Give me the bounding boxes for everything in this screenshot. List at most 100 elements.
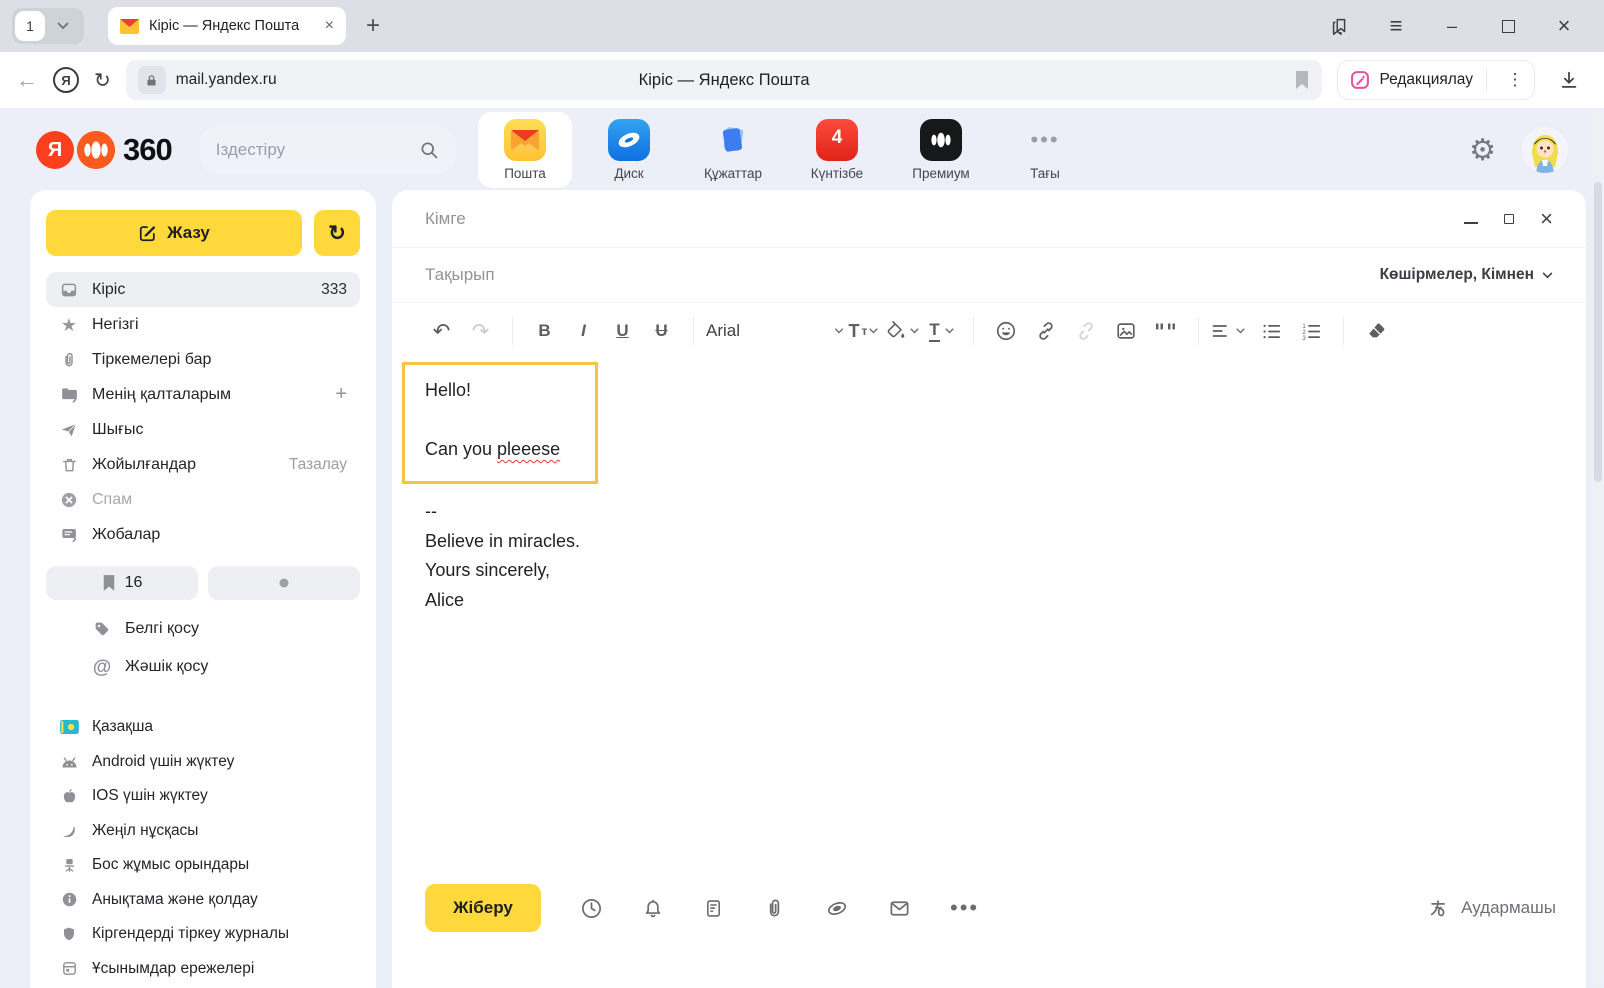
help-support-link[interactable]: Анықтама және қолдау (46, 883, 360, 918)
yandex360-logo[interactable]: Я 360 (36, 131, 172, 169)
recommendation-rules-link[interactable]: Ұсынымдар ережелері (46, 952, 360, 987)
login-journal-link[interactable]: Кіргендерді тіркеу журналы (46, 917, 360, 952)
search-input[interactable]: Іздестіру (200, 127, 455, 173)
spam-icon (59, 491, 79, 509)
redo-icon[interactable]: ↷ (461, 319, 500, 344)
font-family-select[interactable]: Arial (706, 321, 844, 341)
new-tab-button[interactable]: + (366, 12, 380, 40)
ios-download-link[interactable]: IOS үшін жүктеу (46, 779, 360, 814)
settings-gear-icon[interactable]: ⚙ (1469, 133, 1496, 168)
bookmark-icon[interactable] (1294, 71, 1310, 89)
chevron-down-icon (1236, 328, 1245, 334)
cc-from-toggle[interactable]: Көшірмелер, Кімнен (1380, 266, 1553, 284)
remove-link-button[interactable] (1066, 320, 1106, 342)
align-button[interactable] (1211, 322, 1251, 340)
service-mail[interactable]: Пошта (478, 112, 572, 188)
edit-mode-button[interactable]: Редакциялау ⋮ (1337, 60, 1535, 100)
compose-to-row[interactable]: Кімге × (392, 190, 1586, 248)
text-color-button[interactable]: T (922, 320, 961, 342)
italic-button[interactable]: I (564, 321, 603, 341)
window-close-icon[interactable]: × (1536, 13, 1592, 39)
android-download-link[interactable]: Android үшін жүктеу (46, 745, 360, 780)
emoji-button[interactable] (986, 320, 1026, 342)
more-options-icon[interactable]: ••• (950, 895, 979, 921)
chevron-down-icon[interactable] (45, 22, 81, 30)
service-calendar[interactable]: 4 Күнтізбе (790, 112, 884, 188)
sidebar-item-important[interactable]: ★ Негізгі (46, 307, 360, 342)
add-mailbox-button[interactable]: @ Жәшік қосу (46, 648, 360, 686)
sidebar-item-inbox[interactable]: Кіріс 333 (46, 272, 360, 307)
inbox-icon (59, 281, 79, 299)
bookmarks-filter-pill[interactable]: 16 (46, 566, 198, 600)
scrollbar-thumb[interactable] (1594, 182, 1602, 482)
window-minimize-icon[interactable]: – (1424, 16, 1480, 37)
side-panel-icon[interactable] (1312, 15, 1368, 37)
download-icon[interactable] (1558, 69, 1580, 91)
compose-button[interactable]: Жазу (46, 210, 302, 256)
sidebar-item-projects[interactable]: Жобалар (46, 517, 360, 552)
feather-icon (59, 823, 79, 839)
template-icon[interactable] (703, 897, 724, 920)
more-vertical-icon[interactable]: ⋮ (1500, 70, 1530, 90)
blockquote-button[interactable]: "" (1146, 319, 1186, 344)
empty-trash-button[interactable]: Тазалау (289, 456, 347, 474)
compose-minimize-icon[interactable] (1464, 222, 1478, 224)
envelope-icon[interactable] (888, 897, 911, 920)
highlight-color-button[interactable] (883, 321, 922, 341)
dot-filter-pill[interactable] (208, 566, 360, 600)
clear-formatting-eraser-icon[interactable] (1356, 321, 1396, 341)
strikethrough-button[interactable]: U (642, 321, 681, 341)
subject-field-placeholder[interactable]: Тақырып (425, 265, 495, 285)
search-icon[interactable] (419, 140, 439, 160)
sidebar-item-spam[interactable]: Спам (46, 482, 360, 517)
compose-subject-row[interactable]: Тақырып Көшірмелер, Кімнен (392, 248, 1586, 303)
compose-close-icon[interactable]: × (1540, 208, 1553, 230)
message-body-editor[interactable]: Hello! Can you pleeese -- Believe in mir… (392, 359, 1572, 878)
window-maximize-icon[interactable] (1480, 20, 1536, 33)
service-more[interactable]: ••• Тағы (998, 112, 1092, 188)
attach-file-paperclip-icon[interactable] (763, 897, 786, 920)
compose-expand-icon[interactable] (1504, 214, 1514, 224)
bullet-list-button[interactable] (1251, 322, 1291, 341)
tab-group-count[interactable]: 1 (15, 11, 45, 41)
browser-menu-icon[interactable]: ≡ (1368, 13, 1424, 39)
back-icon[interactable]: ← (16, 67, 38, 93)
yandex-home-icon[interactable]: Я (53, 67, 79, 93)
service-premium[interactable]: Премиум (894, 112, 988, 188)
numbered-list-button[interactable]: 123 (1291, 322, 1331, 341)
attach-from-disk-icon[interactable] (825, 897, 849, 920)
sidebar-item-my-folders[interactable]: Менің қалталарым + (46, 377, 360, 412)
language-link[interactable]: Қазақша (46, 710, 360, 745)
url-text[interactable]: mail.yandex.ru (176, 71, 277, 89)
font-size-button[interactable]: Tт (844, 321, 883, 342)
light-version-link[interactable]: Жеңіл нұсқасы (46, 814, 360, 849)
vacancies-link[interactable]: Бос жұмыс орындары (46, 848, 360, 883)
sidebar-item-trash[interactable]: Жойылғандар Тазалау (46, 447, 360, 482)
to-field-placeholder[interactable]: Кімге (425, 209, 466, 229)
browser-tab[interactable]: Кіріс — Яндекс Пошта × (108, 7, 346, 45)
schedule-send-clock-icon[interactable] (580, 897, 603, 920)
add-label-button[interactable]: Белгі қосу (46, 610, 360, 648)
sidebar-item-attachments[interactable]: Тіркемелері бар (46, 342, 360, 377)
notify-bell-icon[interactable] (642, 897, 664, 920)
page-scrollbar[interactable] (1592, 110, 1603, 986)
refresh-mail-button[interactable]: ↻ (314, 210, 360, 256)
browser-address-row: ← Я ↻ Кіріс — Яндекс Пошта mail.yandex.r… (0, 52, 1604, 108)
service-docs[interactable]: Құжаттар (686, 112, 780, 188)
underline-button[interactable]: U (603, 321, 642, 341)
reload-icon[interactable]: ↻ (94, 68, 111, 93)
tab-close-icon[interactable]: × (325, 17, 334, 35)
translator-button[interactable]: Аудармашы (1428, 897, 1556, 919)
add-folder-button[interactable]: + (335, 383, 347, 406)
bold-button[interactable]: B (525, 321, 564, 341)
compose-pencil-icon (138, 224, 157, 243)
service-disk[interactable]: Диск (582, 112, 676, 188)
user-avatar[interactable] (1522, 127, 1568, 173)
undo-icon[interactable]: ↶ (422, 319, 461, 344)
insert-link-button[interactable] (1026, 320, 1066, 342)
insert-image-button[interactable] (1106, 320, 1146, 342)
send-button[interactable]: Жіберу (425, 884, 541, 932)
tab-group-control[interactable]: 1 (12, 8, 84, 44)
address-bar[interactable]: Кіріс — Яндекс Пошта mail.yandex.ru (126, 60, 1323, 100)
sidebar-item-sent[interactable]: Шығыс (46, 412, 360, 447)
